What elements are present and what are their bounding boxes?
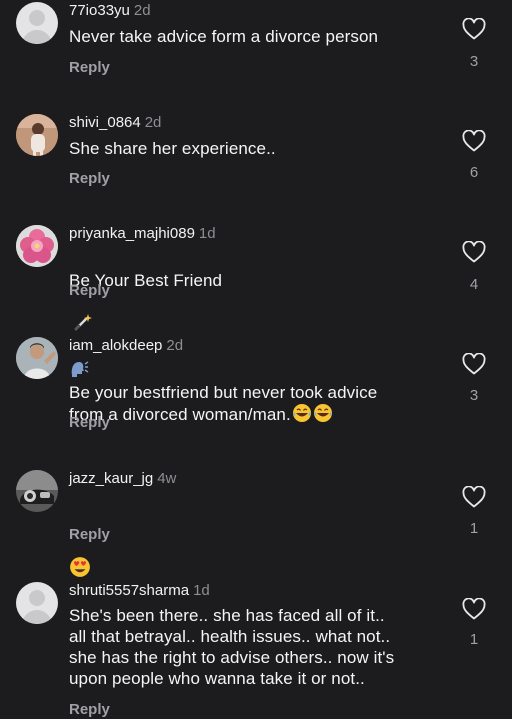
heart-icon bbox=[462, 241, 486, 263]
timestamp: 1d bbox=[198, 225, 216, 242]
like-button[interactable] bbox=[462, 598, 486, 622]
person-photo-icon bbox=[16, 114, 58, 156]
heart-icon bbox=[462, 353, 486, 375]
username[interactable]: iam_alokdeep bbox=[69, 337, 162, 354]
comment-header: iam_alokdeep 2d bbox=[69, 337, 183, 355]
username[interactable]: priyanka_majhi089 bbox=[69, 225, 195, 242]
heart-icon bbox=[462, 130, 486, 152]
like-button[interactable] bbox=[462, 353, 486, 377]
reply-button[interactable]: Reply bbox=[69, 170, 110, 187]
timestamp: 2d bbox=[166, 337, 184, 354]
laughing-emoji-icon bbox=[313, 403, 333, 428]
avatar[interactable] bbox=[16, 2, 58, 44]
username[interactable]: shivi_0864 bbox=[69, 114, 141, 131]
comment-header: jazz_kaur_jg 4w bbox=[69, 470, 176, 488]
reply-button[interactable]: Reply bbox=[69, 282, 110, 299]
username[interactable]: shruti5557sharma bbox=[69, 582, 189, 599]
like-count: 4 bbox=[469, 276, 479, 293]
comment-text: Be your bestfriend but never took advice… bbox=[69, 361, 449, 428]
reply-button[interactable]: Reply bbox=[69, 59, 110, 76]
person-photo-icon bbox=[16, 337, 58, 379]
comment-header: 77io33yu 2d bbox=[69, 2, 151, 20]
comment-header: shruti5557sharma 1d bbox=[69, 582, 210, 600]
reply-button[interactable]: Reply bbox=[69, 414, 110, 431]
flower-icon bbox=[16, 225, 58, 267]
avatar[interactable] bbox=[16, 337, 58, 379]
like-count: 3 bbox=[469, 53, 479, 70]
reply-button[interactable]: Reply bbox=[69, 701, 110, 718]
avatar[interactable] bbox=[16, 114, 58, 156]
comment-text: Never take advice form a divorce person bbox=[69, 27, 379, 46]
like-count: 6 bbox=[469, 164, 479, 181]
laughing-emoji-icon bbox=[292, 403, 312, 428]
heart-icon bbox=[462, 486, 486, 508]
comment-text: She's been there.. she has faced all of … bbox=[69, 606, 395, 688]
like-count: 3 bbox=[469, 387, 479, 404]
like-count: 1 bbox=[469, 520, 479, 537]
heart-icon bbox=[462, 18, 486, 40]
like-button[interactable] bbox=[462, 486, 486, 510]
timestamp: 1d bbox=[193, 582, 210, 599]
like-button[interactable] bbox=[462, 18, 486, 42]
reply-button[interactable]: Reply bbox=[69, 526, 110, 543]
timestamp: 2d bbox=[144, 114, 162, 131]
avatar[interactable] bbox=[16, 225, 58, 267]
like-button[interactable] bbox=[462, 130, 486, 154]
like-count: 1 bbox=[469, 631, 479, 648]
username[interactable]: jazz_kaur_jg bbox=[69, 470, 153, 487]
comment-text bbox=[69, 493, 449, 583]
car-photo-icon bbox=[16, 470, 58, 512]
comment-text: She share her experience.. bbox=[69, 139, 276, 158]
comment-header: shivi_0864 2d bbox=[69, 114, 161, 132]
timestamp: 4w bbox=[157, 470, 177, 487]
like-button[interactable] bbox=[462, 241, 486, 265]
comment-header: priyanka_majhi089 1d bbox=[69, 225, 216, 243]
avatar[interactable] bbox=[16, 470, 58, 512]
heart-icon bbox=[462, 598, 486, 620]
timestamp: 2d bbox=[133, 2, 151, 19]
avatar[interactable] bbox=[16, 582, 58, 624]
username[interactable]: 77io33yu bbox=[69, 2, 130, 19]
